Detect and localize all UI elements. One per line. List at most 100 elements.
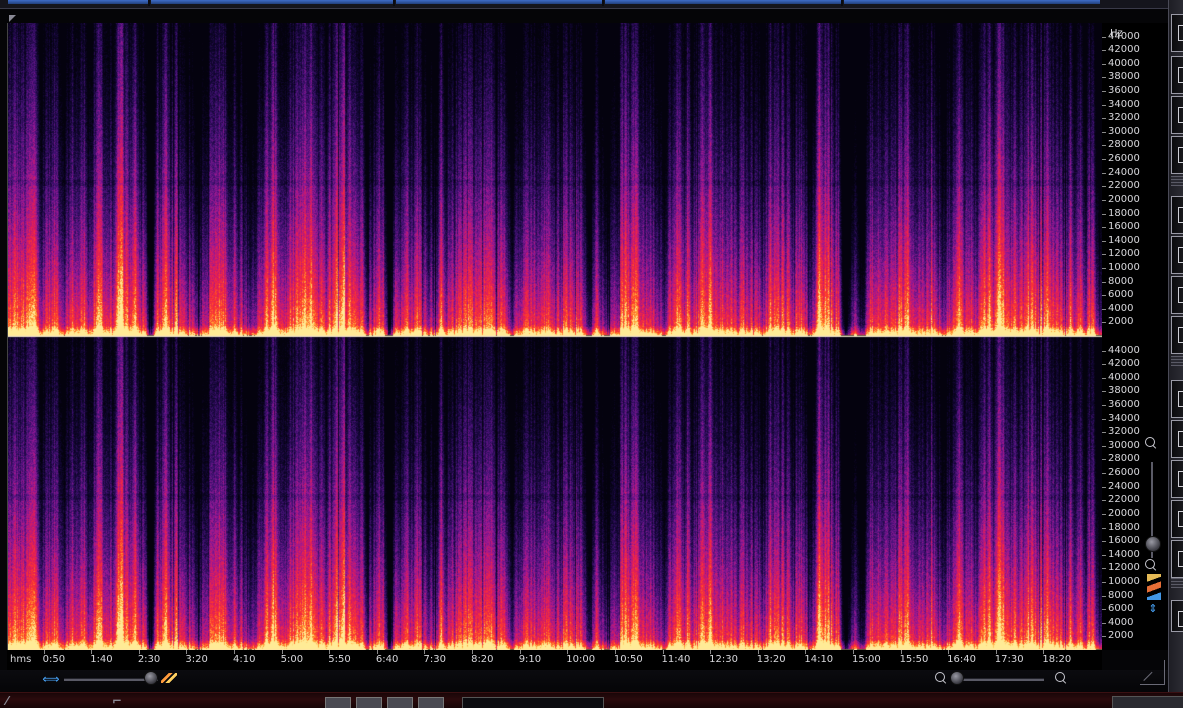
time-display bbox=[462, 697, 604, 708]
frequency-tick-label: 10000 bbox=[1102, 261, 1140, 273]
frequency-tick-label: 36000 bbox=[1102, 85, 1140, 97]
overview-segment bbox=[151, 0, 393, 4]
colormap-icon[interactable] bbox=[1147, 574, 1161, 600]
time-tick-label: 7:30 bbox=[423, 650, 446, 665]
horizontal-zoom-knob[interactable] bbox=[144, 671, 158, 685]
frequency-tick-label: 24000 bbox=[1102, 166, 1140, 178]
frequency-tick-label: 32000 bbox=[1102, 426, 1140, 438]
frequency-tick-label: 2000 bbox=[1101, 630, 1134, 642]
overview-gap bbox=[841, 0, 843, 6]
side-tool-button[interactable] bbox=[1171, 276, 1183, 314]
time-unit-label: hms bbox=[10, 654, 32, 665]
time-tick-label: 3:20 bbox=[185, 650, 208, 665]
time-tick-label: 10:00 bbox=[566, 650, 596, 665]
zoom-in-icon[interactable] bbox=[1054, 671, 1068, 685]
frequency-tick-label: 38000 bbox=[1102, 385, 1140, 397]
spectrogram-view[interactable] bbox=[7, 23, 1103, 650]
side-tool-button[interactable] bbox=[1171, 380, 1183, 418]
frequency-tick-label: 26000 bbox=[1102, 467, 1140, 479]
frequency-tick-label: 6000 bbox=[1101, 289, 1134, 301]
time-tick-label: 15:00 bbox=[851, 650, 881, 665]
vertical-zoom-knob[interactable] bbox=[1145, 536, 1161, 552]
time-tick-label: 16:40 bbox=[947, 650, 976, 665]
frequency-tick-label: 40000 bbox=[1102, 371, 1140, 383]
frequency-tick-label: 44000 bbox=[1102, 30, 1140, 42]
time-tick-label: 4:10 bbox=[233, 650, 256, 665]
frequency-tick-label: 22000 bbox=[1102, 494, 1140, 506]
time-axis[interactable]: hms 0:50 1:40 2:30 3:20 4:10 5:00 5:50 6:40 7:30… bbox=[7, 650, 1102, 670]
frequency-tick-label: 8000 bbox=[1101, 275, 1134, 287]
frequency-tick-label: 20000 bbox=[1102, 507, 1140, 519]
spectrogram-canvas[interactable] bbox=[8, 23, 1103, 650]
frequency-tick-label: 18000 bbox=[1102, 521, 1140, 533]
frequency-tick-label: 20000 bbox=[1102, 193, 1140, 205]
frequency-tick-label: 26000 bbox=[1102, 153, 1140, 165]
overview-segment bbox=[396, 0, 602, 4]
frequency-tick-label: 2000 bbox=[1101, 316, 1134, 328]
side-divider bbox=[1171, 356, 1183, 366]
selection-corner-marker bbox=[9, 15, 16, 22]
side-divider bbox=[1171, 578, 1183, 588]
frequency-tick-label: 18000 bbox=[1102, 207, 1140, 219]
zoom-in-icon[interactable] bbox=[1144, 436, 1158, 450]
time-tick-label: 9:10 bbox=[518, 650, 542, 665]
side-tool-button[interactable] bbox=[1171, 56, 1183, 94]
transport-button[interactable] bbox=[387, 697, 413, 708]
time-tick-label: 18:20 bbox=[1042, 650, 1072, 665]
frequency-tick-label: 6000 bbox=[1101, 603, 1134, 615]
side-tool-button[interactable] bbox=[1171, 540, 1183, 578]
time-tick-label: 14:10 bbox=[804, 650, 834, 665]
frequency-tick-label: 42000 bbox=[1102, 44, 1140, 56]
zoom-out-icon[interactable] bbox=[1144, 558, 1158, 572]
time-tick-label: 1:40 bbox=[90, 650, 113, 665]
logo-icon: ⌐ bbox=[112, 694, 123, 708]
frequency-tick-label: 30000 bbox=[1102, 125, 1140, 137]
zoom-fit-horizontal-icon[interactable]: ⟺ bbox=[42, 672, 60, 686]
side-tool-button[interactable] bbox=[1171, 316, 1183, 354]
frequency-tick-label: 32000 bbox=[1102, 112, 1140, 124]
side-tool-button[interactable] bbox=[1171, 14, 1183, 52]
colormap-icon[interactable] bbox=[161, 673, 177, 683]
time-tick-label: 17:30 bbox=[994, 650, 1024, 665]
overview-gap bbox=[393, 0, 395, 6]
transport-button[interactable] bbox=[356, 697, 382, 708]
frequency-tick-label: 14000 bbox=[1102, 234, 1140, 246]
frequency-tick-label: 16000 bbox=[1102, 221, 1140, 233]
time-tick-label: 8:20 bbox=[471, 650, 494, 665]
frequency-tick-label: 28000 bbox=[1102, 139, 1140, 151]
side-tool-button[interactable] bbox=[1171, 196, 1183, 234]
transport-button[interactable] bbox=[418, 697, 444, 708]
time-zoom-track[interactable] bbox=[954, 678, 1044, 681]
transport-button[interactable] bbox=[325, 697, 351, 708]
time-tick-label: 10:50 bbox=[613, 650, 643, 665]
frequency-tick-label: 4000 bbox=[1101, 302, 1134, 314]
side-toolbar bbox=[1168, 0, 1183, 692]
time-tick-label: 15:50 bbox=[899, 650, 929, 665]
side-tool-button[interactable] bbox=[1171, 236, 1183, 274]
side-tool-button[interactable] bbox=[1171, 600, 1183, 632]
side-tool-button[interactable] bbox=[1171, 136, 1183, 174]
time-tick-label: 5:00 bbox=[280, 650, 304, 665]
time-tick-label: 6:40 bbox=[375, 650, 399, 665]
side-tool-button[interactable] bbox=[1171, 500, 1183, 538]
overview-segment bbox=[605, 0, 841, 4]
zoom-fit-vertical-icon[interactable]: ⇕ bbox=[1146, 603, 1160, 615]
frequency-tick-label: 16000 bbox=[1102, 535, 1140, 547]
frequency-tick-label: 38000 bbox=[1102, 71, 1140, 83]
brand-mark-icon: ⁄ bbox=[6, 694, 9, 708]
time-tick-label: 0:50 bbox=[42, 650, 66, 665]
frequency-tick-label: 28000 bbox=[1102, 453, 1140, 465]
status-panel bbox=[1112, 696, 1183, 708]
side-tool-button[interactable] bbox=[1171, 420, 1183, 458]
resize-grip[interactable] bbox=[1140, 660, 1165, 685]
time-zoom-knob[interactable] bbox=[950, 671, 964, 685]
side-tool-button[interactable] bbox=[1171, 96, 1183, 134]
transport-bar: ⁄ ⌐ bbox=[0, 692, 1183, 708]
frequency-tick-label: 42000 bbox=[1102, 358, 1140, 370]
side-tool-button[interactable] bbox=[1171, 460, 1183, 498]
frequency-tick-label: 36000 bbox=[1102, 399, 1140, 411]
overview-waveform-strip[interactable] bbox=[0, 0, 1168, 9]
zoom-out-icon[interactable] bbox=[934, 671, 948, 685]
frequency-tick-label: 24000 bbox=[1102, 480, 1140, 492]
frequency-tick-label: 8000 bbox=[1101, 589, 1134, 601]
